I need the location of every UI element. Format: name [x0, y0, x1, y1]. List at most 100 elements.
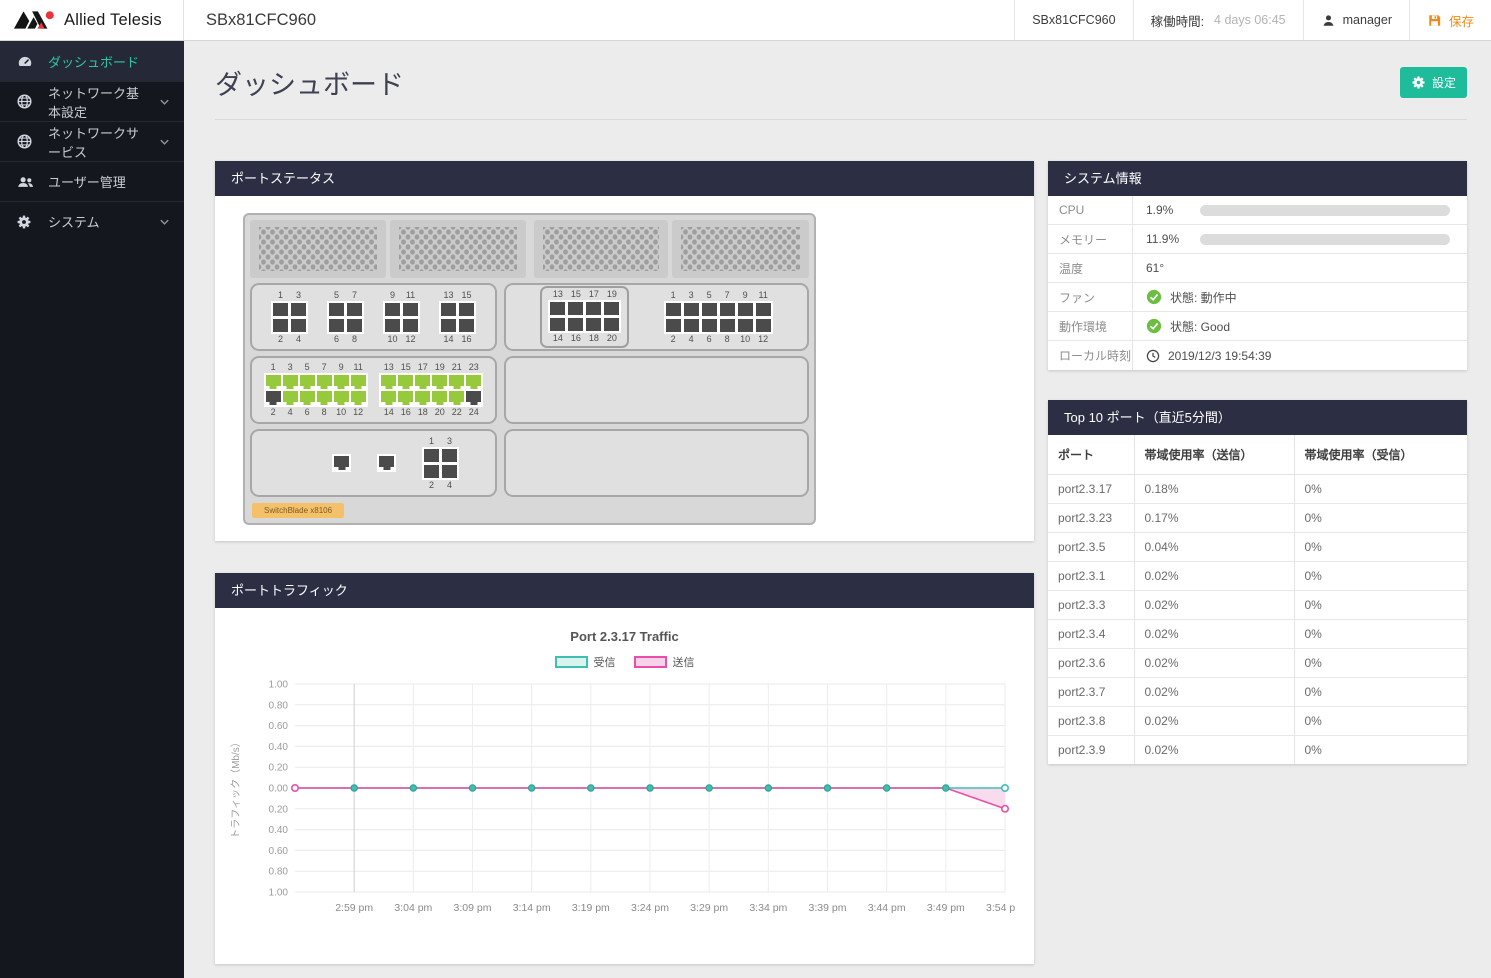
port-up [432, 391, 447, 402]
table-cell: 0% [1294, 504, 1467, 533]
table-cell: 0% [1294, 562, 1467, 591]
system-info-row: 温度61° [1048, 254, 1467, 283]
top-ports-table: ポート帯域使用率（送信）帯域使用率（受信）port2.3.170.18%0%po… [1048, 435, 1467, 764]
port-down [273, 319, 288, 332]
legend-item: 受信 [555, 654, 616, 670]
port-down [702, 303, 717, 316]
port-up [334, 375, 349, 386]
sidebar-item-0[interactable]: ダッシュボード [0, 41, 184, 81]
table-cell: 0.02% [1134, 562, 1294, 591]
port-group: 13151416 [439, 290, 476, 345]
port-down [442, 465, 457, 478]
port-number-label: 12 [351, 407, 366, 418]
vent-panel [534, 220, 668, 278]
port-number-label: 10 [334, 407, 349, 418]
sidebar-item-4[interactable]: システム [0, 201, 184, 241]
device-title: SBx81CFC960 [184, 0, 316, 40]
port-down [702, 319, 717, 332]
port-down [466, 391, 481, 402]
port-number-label: 4 [442, 480, 457, 491]
table-cell: 0.18% [1134, 475, 1294, 504]
port-number-label: 1 [424, 436, 439, 447]
legend-label: 送信 [673, 654, 695, 670]
port-down [666, 319, 681, 332]
port-number-label: 8 [347, 334, 362, 345]
column-header: 帯域使用率（受信） [1294, 435, 1467, 475]
port-group: 135791124681012 [264, 362, 368, 418]
port-down [720, 303, 735, 316]
port-up [415, 375, 430, 386]
table-cell: 0.02% [1134, 678, 1294, 707]
system-info-row: 動作環境状態: Good [1048, 312, 1467, 341]
globe-icon [16, 93, 35, 110]
save-label: 保存 [1449, 11, 1474, 30]
table-cell: 0% [1294, 620, 1467, 649]
port-up [415, 391, 430, 402]
port-down [379, 456, 394, 467]
svg-text:3:24 pm: 3:24 pm [631, 902, 669, 914]
table-cell: port2.3.3 [1048, 591, 1134, 620]
model-badge: SwitchBlade x8106 [252, 503, 344, 518]
port-traffic-panel: ポートトラフィック Port 2.3.17 Traffic 受信送信 1.000… [215, 573, 1034, 964]
main-content: ダッシュボード 設定 ポートステータス [184, 41, 1491, 978]
port-down [684, 303, 699, 316]
svg-text:0.40: 0.40 [269, 742, 289, 753]
port-number-label: 16 [398, 407, 413, 418]
sidebar-item-1[interactable]: ネットワーク基本設定 [0, 81, 184, 121]
chevron-down-icon [159, 218, 170, 226]
svg-text:1.00: 1.00 [269, 680, 289, 691]
sidebar-item-2[interactable]: ネットワークサービス [0, 121, 184, 161]
check-icon [1146, 318, 1162, 334]
port-number-label: 4 [283, 407, 298, 418]
system-info-row: ローカル時刻2019/12/3 19:54:39 [1048, 341, 1467, 370]
port-up [300, 375, 315, 386]
line-card: 1315171914161820135791124681012 [504, 283, 809, 351]
table-cell: port2.3.1 [1048, 562, 1134, 591]
table-row: port2.3.50.04%0% [1048, 533, 1467, 562]
table-row: port2.3.90.02%0% [1048, 736, 1467, 765]
metric-label: 動作環境 [1048, 312, 1133, 340]
vent-dots [259, 227, 377, 271]
table-cell: port2.3.8 [1048, 707, 1134, 736]
port-group: 1315171914161820 [548, 289, 621, 344]
port-number-label: 1 [266, 362, 281, 373]
port-up [381, 375, 396, 386]
port-number-label: 3 [283, 362, 298, 373]
metric-label: CPU [1048, 196, 1133, 224]
port-number-label: 6 [329, 334, 344, 345]
allied-telesis-logo-icon [13, 8, 57, 32]
save-button[interactable]: 保存 [1409, 0, 1491, 40]
port-up [317, 375, 332, 386]
port-down [273, 303, 288, 316]
port-number-label: 13 [441, 290, 456, 301]
port-number-label: 9 [334, 362, 349, 373]
port-number-label: 17 [586, 289, 601, 300]
port-number-label: 23 [466, 362, 481, 373]
port-down [720, 319, 735, 332]
brand-logo: Allied Telesis [0, 0, 184, 40]
port-number-label: 2 [266, 407, 281, 418]
table-cell: port2.3.4 [1048, 620, 1134, 649]
port-number-label: 15 [568, 289, 583, 300]
user-menu[interactable]: manager [1303, 0, 1409, 40]
port-up [432, 375, 447, 386]
svg-text:0.00: 0.00 [269, 784, 289, 795]
legend-swatch [634, 656, 667, 668]
sidebar-item-label: システム [48, 212, 100, 231]
settings-button[interactable]: 設定 [1400, 67, 1467, 98]
port-number-label: 3 [684, 290, 699, 301]
sidebar-item-3[interactable]: ユーザー管理 [0, 161, 184, 201]
port-number-label: 5 [702, 290, 717, 301]
port-number-label: 13 [381, 362, 396, 373]
sidebar-item-label: ユーザー管理 [48, 172, 126, 191]
table-row: port2.3.40.02%0% [1048, 620, 1467, 649]
table-cell: 0.04% [1134, 533, 1294, 562]
port-up [398, 375, 413, 386]
svg-text:0.20: 0.20 [269, 804, 289, 815]
port-number-label: 16 [459, 334, 474, 345]
chevron-down-icon [159, 98, 170, 106]
table-row: port2.3.10.02%0% [1048, 562, 1467, 591]
settings-label: 設定 [1432, 74, 1456, 91]
port-number-label: 24 [466, 407, 481, 418]
port-down [459, 303, 474, 316]
